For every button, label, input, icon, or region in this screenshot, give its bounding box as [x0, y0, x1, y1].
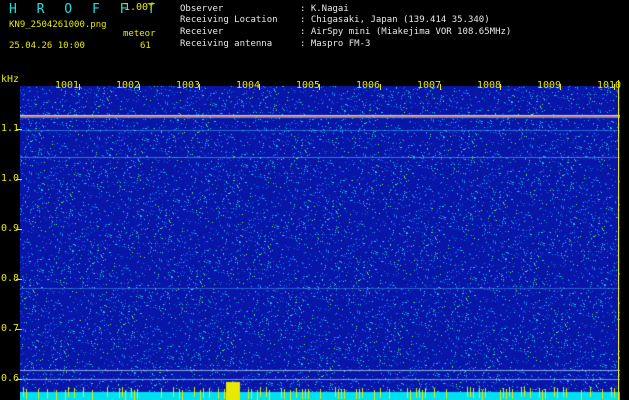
y-tick [16, 329, 22, 330]
info-label-location: Receiving Location [180, 15, 278, 25]
x-tick [614, 84, 615, 90]
info-label-antenna: Receiving antenna [180, 39, 273, 49]
x-tick-label: 1010 [597, 80, 622, 91]
x-tick [560, 84, 561, 90]
y-tick [16, 179, 22, 180]
info-label-receiver: Receiver [180, 27, 224, 37]
meteor-count: 61 [140, 41, 151, 51]
y-tick [16, 229, 22, 230]
y-tick [16, 279, 22, 280]
x-tick-label: 1005 [296, 80, 321, 91]
info-value-receiver: : AirSpy mini (Miakejima VOR 108.65MHz) [300, 27, 512, 37]
x-tick [440, 84, 441, 90]
x-tick [139, 84, 140, 90]
info-value-location: : Chigasaki, Japan (139.414 35.340) [300, 15, 490, 25]
x-tick-label: 1007 [417, 80, 442, 91]
header-panel: H R O F F T 1.00f KN9_2504261000.png met… [0, 0, 629, 78]
x-tick [259, 84, 260, 90]
x-tick-label: 1002 [116, 80, 141, 91]
x-tick [79, 84, 80, 90]
x-tick-label: 1001 [55, 80, 80, 91]
spectrogram-panel [20, 80, 620, 400]
x-tick-label: 1006 [356, 80, 381, 91]
x-tick [500, 84, 501, 90]
y-tick [16, 379, 22, 380]
x-tick-label: 1004 [236, 80, 261, 91]
y-axis-unit: kHz [1, 74, 20, 85]
version-label: 1.00f [124, 2, 155, 13]
x-tick-label: 1003 [176, 80, 201, 91]
x-tick-label: 1009 [537, 80, 562, 91]
x-tick [319, 84, 320, 90]
info-value-antenna: : Maspro FM-3 [300, 39, 371, 49]
spectrogram-image [20, 80, 620, 400]
x-tick [380, 84, 381, 90]
datetime-label: 25.04.26 10:00 [9, 41, 85, 51]
x-tick [199, 84, 200, 90]
info-value-observer: : K.Nagai [300, 4, 349, 14]
plot-right-edge [618, 80, 619, 400]
filename-label: KN9_2504261000.png [9, 20, 107, 30]
info-label-observer: Observer [180, 4, 224, 14]
x-tick-label: 1008 [477, 80, 502, 91]
y-tick [16, 129, 22, 130]
meteor-label: meteor [123, 29, 156, 39]
